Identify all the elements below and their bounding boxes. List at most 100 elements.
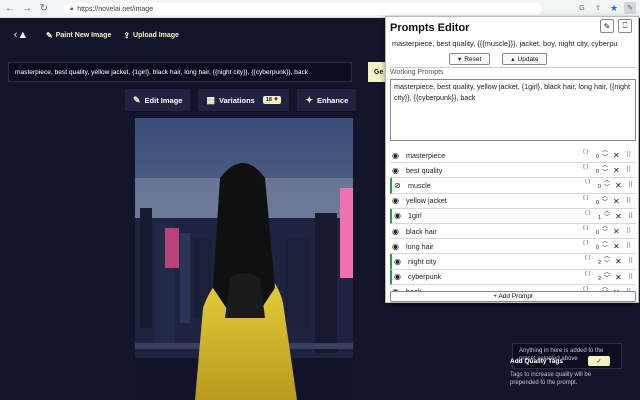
- prompt-input[interactable]: masterpiece, best quality, yellow jacket…: [8, 62, 352, 82]
- upload-icon: ⇪: [123, 30, 131, 40]
- tag-row[interactable]: ⊘ muscle { } 0 ︿ ﹀ ✕ ⠿: [390, 178, 636, 194]
- braces-icon: { }: [585, 255, 591, 262]
- tag-label[interactable]: night city: [408, 257, 436, 266]
- delete-x-icon[interactable]: ✕: [613, 197, 620, 206]
- delete-x-icon[interactable]: ✕: [615, 212, 622, 221]
- tag-row[interactable]: ◉ 1girl { } 1 ︿ ﹀ ✕ ⠿: [390, 208, 636, 224]
- quality-tags-description: Tags to increase quality will be prepend…: [510, 372, 592, 387]
- delete-x-icon[interactable]: ✕: [615, 273, 622, 282]
- drag-handle-icon[interactable]: ⠿: [626, 151, 631, 159]
- enhance-button[interactable]: ✦ Enhance: [297, 89, 357, 111]
- back-arrow-icon[interactable]: ←: [3, 2, 17, 16]
- eye-icon[interactable]: ◉: [394, 211, 404, 220]
- delete-x-icon[interactable]: ✕: [613, 227, 620, 236]
- extension-pencil-icon[interactable]: ✎: [624, 2, 636, 14]
- eye-icon[interactable]: ◉: [392, 166, 402, 175]
- novelai-logo-icon[interactable]: ‹▲: [8, 22, 34, 48]
- reload-icon[interactable]: ↻: [37, 2, 51, 16]
- delete-x-icon[interactable]: ✕: [613, 242, 620, 251]
- bookmark-star-icon[interactable]: ★: [608, 2, 620, 14]
- emphasis-count: 0: [596, 199, 600, 206]
- drag-handle-icon[interactable]: ⠿: [626, 242, 631, 250]
- tag-label[interactable]: masterpiece: [406, 151, 445, 160]
- drag-handle-icon[interactable]: ⠿: [628, 181, 633, 189]
- emphasis-count: 0: [596, 154, 600, 160]
- tag-row[interactable]: ◉ masterpiece { } 0 ︿ ﹀ ✕ ⠿: [390, 148, 636, 164]
- tag-row[interactable]: ◉ yellow jacket { } 0 ︿ ﹀ ✕ ⠿: [390, 194, 636, 209]
- emphasis-stepper-icon[interactable]: ︿﹀: [604, 178, 610, 191]
- tag-label[interactable]: cyberpunk: [408, 272, 441, 281]
- eye-icon[interactable]: ◉: [392, 242, 402, 251]
- tag-row[interactable]: ◉ black hair { } 0 ︿ ﹀ ✕ ⠿: [390, 224, 636, 240]
- drag-handle-icon[interactable]: ⠿: [626, 227, 631, 235]
- reset-label: Reset: [464, 55, 482, 63]
- drag-handle-icon[interactable]: ⠿: [628, 273, 633, 281]
- delete-x-icon[interactable]: ✕: [613, 166, 620, 175]
- generate-button[interactable]: Ge: [368, 62, 386, 82]
- share-icon[interactable]: ⇧: [592, 2, 604, 14]
- paint-new-image-link[interactable]: ✎ Paint New Image: [46, 31, 111, 40]
- current-prompt-preview: masterpiece, best quality, {{{muscle}}},…: [392, 39, 618, 48]
- pencil-icon[interactable]: ✎: [600, 19, 614, 33]
- emphasis-stepper-icon[interactable]: ︿﹀: [602, 163, 608, 176]
- braces-icon: { }: [583, 164, 589, 171]
- upload-image-label: Upload Image: [133, 31, 179, 39]
- lock-icon: 🔒︎: [70, 5, 74, 12]
- tag-label[interactable]: best quality: [406, 166, 442, 175]
- forward-arrow-icon[interactable]: →: [20, 2, 34, 16]
- tag-label[interactable]: long hair: [406, 242, 434, 251]
- emphasis-stepper-icon[interactable]: ︿﹀: [602, 194, 608, 207]
- add-prompt-button[interactable]: + Add Prompt: [390, 291, 636, 302]
- tag-label[interactable]: muscle: [408, 181, 431, 190]
- delete-x-icon[interactable]: ✕: [615, 257, 622, 266]
- edit-image-button[interactable]: ✎ Edit Image: [125, 89, 191, 111]
- drag-handle-icon[interactable]: ⠿: [626, 166, 631, 174]
- pencil-icon: ✎: [46, 30, 53, 40]
- eye-off-icon[interactable]: ⊘: [394, 181, 404, 190]
- paint-new-image-label: Paint New Image: [55, 31, 112, 39]
- emphasis-stepper-icon[interactable]: ︿﹀: [604, 254, 610, 267]
- emphasis-stepper-icon[interactable]: ︿﹀: [604, 270, 610, 283]
- panel-title: Prompts Editor: [390, 22, 470, 34]
- tag-row[interactable]: ◉ cyberpunk { } 2 ︿ ﹀ ✕ ⠿: [390, 269, 636, 285]
- braces-icon: { }: [583, 149, 589, 155]
- tag-label[interactable]: black hair: [406, 227, 437, 236]
- address-bar[interactable]: 🔒︎ https://novelai.net/image: [64, 3, 542, 15]
- upload-image-link[interactable]: ⇪ Upload Image: [123, 31, 179, 40]
- update-button[interactable]: ▴ Update: [502, 53, 548, 65]
- variations-label: Variations: [219, 95, 255, 105]
- emphasis-stepper-icon[interactable]: ︿﹀: [602, 224, 608, 237]
- anlas-cost-badge: 18 ⚘: [262, 96, 282, 104]
- drag-handle-icon[interactable]: ⠿: [628, 257, 633, 265]
- eye-icon[interactable]: ◉: [394, 272, 404, 281]
- delete-x-icon[interactable]: ✕: [613, 151, 620, 160]
- braces-icon: { }: [583, 240, 589, 247]
- quality-tags-toggle[interactable]: ✓: [588, 356, 610, 366]
- emphasis-stepper-icon[interactable]: ︿﹀: [602, 239, 608, 252]
- emphasis-stepper-icon[interactable]: ︿﹀: [604, 209, 610, 222]
- translate-icon[interactable]: G: [576, 2, 588, 14]
- eye-icon[interactable]: ◉: [392, 151, 402, 160]
- update-label: Update: [517, 55, 539, 63]
- eye-icon[interactable]: ◉: [394, 257, 404, 266]
- emphasis-count: 0: [596, 229, 600, 236]
- bookmark-icon[interactable]: ⎕: [618, 19, 632, 33]
- sparkle-icon: ✦: [305, 94, 313, 105]
- tag-row[interactable]: ◉ best quality { } 0 ︿ ﹀ ✕ ⠿: [390, 163, 636, 179]
- working-prompts-textarea[interactable]: masterpiece, best quality, yellow jacket…: [390, 79, 636, 141]
- drag-handle-icon[interactable]: ⠿: [626, 197, 631, 205]
- tag-label[interactable]: 1girl: [408, 211, 422, 220]
- image-toolbar: ✎ Edit Image ▦ Variations 18 ⚘ ✦ Enhance: [125, 89, 357, 111]
- eye-icon[interactable]: ◉: [392, 196, 402, 205]
- drag-handle-icon[interactable]: ⠿: [628, 212, 633, 220]
- variations-button[interactable]: ▦ Variations 18 ⚘: [198, 89, 290, 111]
- generated-image[interactable]: [135, 118, 353, 400]
- reset-button[interactable]: ▾ Reset: [449, 53, 491, 65]
- tag-row[interactable]: ◉ night city { } 2 ︿ ﹀ ✕ ⠿: [390, 254, 636, 270]
- tag-row[interactable]: ◉ long hair { } 0 ︿ ﹀ ✕ ⠿: [390, 239, 636, 255]
- eye-icon[interactable]: ◉: [392, 227, 402, 236]
- delete-x-icon[interactable]: ✕: [615, 181, 622, 190]
- tag-label[interactable]: yellow jacket: [406, 196, 447, 205]
- chevron-up-icon: ▴: [511, 56, 515, 63]
- emphasis-stepper-icon[interactable]: ︿﹀: [602, 148, 608, 161]
